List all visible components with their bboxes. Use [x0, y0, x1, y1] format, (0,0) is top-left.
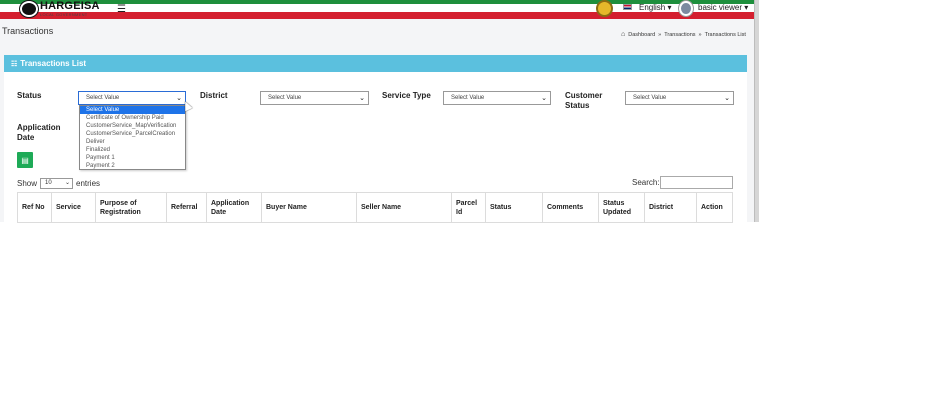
- panel-header: ☷ Transactions List: [4, 55, 747, 72]
- district-select-value: Select Value: [268, 95, 302, 101]
- breadcrumb-separator: »: [658, 31, 662, 38]
- status-option[interactable]: Certificate of Ownership Paid: [80, 114, 185, 122]
- column-label: Buyer Name: [266, 204, 307, 211]
- column-header-ref-no[interactable]: Ref No: [17, 192, 52, 223]
- page-length-value: 10: [45, 180, 52, 186]
- column-label: Service: [56, 204, 81, 211]
- column-label: Status: [603, 199, 625, 207]
- column-label: Id: [456, 208, 463, 216]
- language-menu[interactable]: English ▾: [639, 3, 672, 12]
- application-date-label-line1: Application: [17, 123, 61, 132]
- service-type-filter-label: Service Type: [382, 91, 431, 100]
- show-label: Show: [17, 179, 38, 188]
- status-option[interactable]: Select Value: [80, 106, 185, 114]
- page-title: Transactions: [2, 26, 54, 36]
- column-label: Comments: [547, 204, 584, 211]
- seal-icon: [596, 0, 613, 17]
- uk-flag-icon: [623, 4, 632, 10]
- file-excel-icon: ▤: [21, 155, 29, 165]
- column-label: Date: [211, 208, 227, 216]
- column-header-purpose[interactable]: Purpose of Registration: [95, 192, 167, 223]
- column-label: Updated: [603, 208, 631, 216]
- panel-title: Transactions List: [20, 59, 87, 68]
- column-header-parcel-id[interactable]: Parcel Id: [451, 192, 486, 223]
- user-menu[interactable]: basic viewer ▾: [698, 3, 748, 12]
- status-option[interactable]: Payment 2: [80, 162, 185, 170]
- column-label: District: [649, 204, 674, 211]
- chevron-down-icon: ⌄: [724, 95, 730, 102]
- chevron-down-icon: ⌄: [541, 95, 547, 102]
- application-date-filter-label: Application Date: [17, 123, 61, 143]
- breadcrumb-transactions-list: Transactions List: [704, 31, 746, 38]
- customer-status-select[interactable]: Select Value ⌄: [625, 91, 734, 105]
- customer-status-filter-label: Customer Status: [565, 91, 602, 111]
- home-icon: ⌂: [621, 31, 626, 38]
- list-icon: ☷: [11, 61, 18, 68]
- column-label: Parcel: [456, 199, 478, 207]
- column-header-seller-name[interactable]: Seller Name: [356, 192, 452, 223]
- breadcrumb-separator: »: [698, 31, 702, 38]
- status-option[interactable]: Finalized: [80, 146, 185, 154]
- entries-label: entries: [76, 179, 101, 188]
- status-option[interactable]: CustomerService_MapVerification: [80, 122, 185, 130]
- page-length-select[interactable]: 10 ⌄: [40, 178, 74, 189]
- column-header-comments[interactable]: Comments: [542, 192, 599, 223]
- column-header-status[interactable]: Status: [485, 192, 543, 223]
- column-header-status-updated[interactable]: Status Updated: [598, 192, 645, 223]
- breadcrumb: ⌂ Dashboard » Transactions » Transaction…: [621, 31, 746, 38]
- chevron-down-icon: ⌄: [176, 95, 182, 102]
- search-label: Search:: [632, 178, 660, 187]
- district-filter-label: District: [200, 91, 228, 100]
- brand-logo[interactable]: HARGEISA LOCAL GOVERNMENT: [20, 0, 100, 18]
- breadcrumb-dashboard[interactable]: Dashboard: [628, 32, 655, 38]
- customer-status-label-line2: Status: [565, 101, 590, 110]
- column-header-action[interactable]: Action: [696, 192, 733, 223]
- column-label: Ref No: [22, 204, 45, 211]
- column-header-referral[interactable]: Referral: [166, 192, 207, 223]
- status-dropdown-list: Select Value Certificate of Ownership Pa…: [79, 105, 186, 170]
- header-stripe-red: [0, 12, 754, 19]
- column-header-buyer-name[interactable]: Buyer Name: [261, 192, 357, 223]
- brand-title: HARGEISA: [40, 0, 100, 12]
- column-label: Purpose of: [100, 199, 137, 207]
- chevron-down-icon: ⌄: [64, 180, 71, 186]
- column-header-district[interactable]: District: [644, 192, 697, 223]
- column-label: Action: [701, 204, 723, 211]
- brand-subtitle: LOCAL GOVERNMENT: [40, 12, 88, 17]
- column-header-service[interactable]: Service: [51, 192, 96, 223]
- status-option[interactable]: CustomerService_ParcelCreation: [80, 130, 185, 138]
- status-option[interactable]: Deliver: [80, 138, 185, 146]
- application-date-label-line2: Date: [17, 133, 35, 142]
- avatar[interactable]: [679, 1, 693, 16]
- column-label: Seller Name: [361, 204, 402, 211]
- customer-status-select-value: Select Value: [633, 95, 667, 101]
- show-entries: Show 10 ⌄ entries: [17, 178, 100, 189]
- column-label: Application: [211, 199, 250, 207]
- transactions-table: Ref No Service Purpose of Registration Re…: [17, 192, 733, 223]
- column-header-application-date[interactable]: Application Date: [206, 192, 262, 223]
- service-type-select[interactable]: Select Value ⌄: [443, 91, 551, 105]
- vertical-scrollbar[interactable]: [754, 0, 759, 222]
- customer-status-label-line1: Customer: [565, 91, 603, 100]
- status-option[interactable]: Payment 1: [80, 154, 185, 162]
- hamburger-icon[interactable]: ☰: [117, 4, 126, 15]
- export-excel-button[interactable]: ▤: [17, 152, 33, 168]
- column-label: Status: [490, 204, 512, 211]
- status-filter-label: Status: [17, 91, 42, 100]
- user-label: basic viewer: [698, 3, 743, 12]
- chevron-down-icon: ⌄: [359, 95, 365, 102]
- language-label: English: [639, 3, 666, 12]
- logo-mark-icon: [20, 1, 38, 17]
- district-select[interactable]: Select Value ⌄: [260, 91, 369, 105]
- service-type-select-value: Select Value: [451, 95, 485, 101]
- search-input[interactable]: [660, 176, 733, 189]
- status-select[interactable]: Select Value ⌄: [78, 91, 186, 105]
- column-label: Referral: [171, 204, 198, 211]
- column-label: Registration: [100, 208, 141, 216]
- status-select-value: Select Value: [86, 95, 120, 101]
- app-viewport: HARGEISA LOCAL GOVERNMENT ☰ English ▾ ba…: [0, 0, 754, 223]
- breadcrumb-transactions[interactable]: Transactions: [664, 32, 695, 38]
